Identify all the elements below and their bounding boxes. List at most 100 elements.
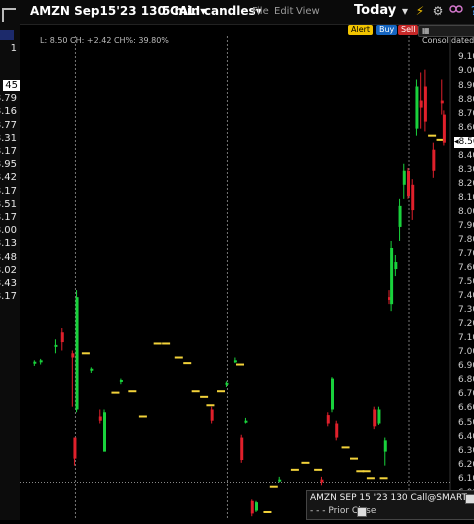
candle-58 bbox=[419, 72, 423, 129]
y-tick-12: 7.90 bbox=[458, 220, 474, 231]
candle-flat-44 bbox=[362, 470, 371, 473]
y-tick-29: 6.20 bbox=[458, 459, 474, 470]
y-tick-14: 7.70 bbox=[458, 249, 474, 259]
candle-flat-19 bbox=[191, 390, 200, 393]
candle-0 bbox=[33, 360, 37, 366]
y-tick-15: 7.60 bbox=[458, 263, 474, 274]
y-tick-17: 7.40 bbox=[458, 291, 474, 302]
lightning-icon[interactable]: ⚡ bbox=[412, 2, 428, 20]
candle-body-5 bbox=[73, 437, 77, 459]
settings-icon[interactable]: ⚙ bbox=[430, 2, 446, 20]
candle-4 bbox=[71, 350, 75, 407]
sell-button[interactable]: Sell bbox=[398, 25, 419, 35]
candle-6 bbox=[75, 290, 79, 413]
candle-body-3 bbox=[60, 332, 64, 343]
candle-flat-17 bbox=[174, 356, 183, 359]
candle-12 bbox=[119, 378, 123, 385]
candle-10 bbox=[103, 409, 106, 452]
candle-body-6 bbox=[75, 297, 79, 410]
candle-flat-42 bbox=[350, 457, 358, 460]
candle-body-0 bbox=[33, 361, 37, 364]
candle-plot[interactable] bbox=[20, 36, 474, 520]
candle-40 bbox=[335, 420, 339, 441]
timeframe-selector[interactable]: 5 min candles▾ bbox=[162, 4, 262, 18]
menu-view[interactable]: View bbox=[296, 6, 320, 17]
candle-32 bbox=[269, 485, 278, 488]
candle-52 bbox=[394, 255, 398, 277]
candle-45 bbox=[366, 477, 375, 480]
candle-body-37 bbox=[320, 479, 324, 483]
candle-30 bbox=[255, 500, 258, 512]
candle-8 bbox=[90, 367, 94, 373]
candle-flat-23 bbox=[217, 390, 225, 393]
left-value-15: 8.43 bbox=[0, 278, 17, 289]
y-tick-28: 6.30 bbox=[458, 445, 474, 456]
dropdown-icon[interactable]: ▾ bbox=[397, 2, 413, 20]
buy-button[interactable]: Buy bbox=[376, 25, 398, 35]
menu-file[interactable]: File bbox=[252, 6, 269, 17]
candle-body-24 bbox=[225, 382, 229, 385]
candle-flat-45 bbox=[366, 477, 375, 480]
candle-flat-48 bbox=[379, 477, 388, 480]
y-tick-8: 8.30 bbox=[458, 164, 474, 175]
candle-22 bbox=[210, 406, 214, 424]
candle-57 bbox=[415, 79, 419, 136]
candle-flat-34 bbox=[290, 468, 299, 471]
candle-flat-32 bbox=[269, 485, 278, 488]
candle-28 bbox=[244, 417, 248, 424]
candle-body-46 bbox=[373, 409, 377, 427]
candle-flat-26 bbox=[236, 363, 244, 366]
chart-toolbar: AMZN Sep15'23 130 CALI▾ 5 min candles▾ F… bbox=[20, 0, 474, 25]
candle-flat-21 bbox=[206, 404, 215, 407]
y-tick-30: 6.10 bbox=[458, 473, 474, 484]
link-icon[interactable] bbox=[448, 2, 464, 20]
candle-14 bbox=[138, 415, 147, 418]
candle-body-9 bbox=[98, 416, 102, 421]
left-value-3: 8.77 bbox=[0, 119, 17, 131]
candle-15 bbox=[153, 342, 162, 345]
candle-body-61 bbox=[432, 149, 436, 171]
y-tick-25: 6.60 bbox=[458, 403, 474, 414]
help-icon[interactable]: ? bbox=[466, 2, 474, 20]
candle-flat-13 bbox=[128, 390, 137, 393]
left-value-10: 8.17 bbox=[0, 212, 17, 223]
legend-box: AMZN SEP 15 '23 130 Call@SMART - - - Pri… bbox=[306, 490, 474, 520]
candle-59 bbox=[423, 69, 427, 132]
window-corner-icon bbox=[2, 8, 16, 22]
candle-60 bbox=[428, 134, 437, 137]
candle-29 bbox=[250, 499, 254, 517]
candle-body-59 bbox=[423, 86, 427, 122]
alert-button[interactable]: Alert bbox=[348, 25, 374, 35]
candle-body-27 bbox=[240, 437, 244, 461]
candle-body-55 bbox=[407, 170, 410, 197]
y-tick-21: 7.00 bbox=[458, 347, 474, 358]
candle-34 bbox=[290, 468, 299, 471]
candle-body-4 bbox=[71, 353, 75, 358]
last-price-value: 8.50 bbox=[458, 136, 474, 147]
y-tick-26: 6.50 bbox=[458, 417, 474, 428]
candle-flat-16 bbox=[162, 342, 171, 345]
candle-body-54 bbox=[402, 170, 406, 185]
left-value-8: 8.17 bbox=[0, 185, 17, 197]
candle-5 bbox=[73, 437, 77, 466]
today-button[interactable]: Today bbox=[354, 3, 396, 18]
candle-flat-20 bbox=[200, 395, 209, 398]
y-tick-10: 8.10 bbox=[458, 192, 474, 203]
left-value-5: 8.17 bbox=[0, 146, 17, 157]
quote-info: L: 8.50 CH: +2.42 CH%: 39.80% bbox=[40, 36, 169, 45]
left-value-9: 8.51 bbox=[0, 198, 17, 210]
candle-63 bbox=[440, 79, 444, 115]
left-value-11: 8.00 bbox=[0, 225, 17, 237]
candle-body-29 bbox=[250, 500, 254, 514]
candle-body-38 bbox=[326, 415, 330, 424]
menu-edit[interactable]: Edit bbox=[274, 6, 293, 17]
candle-3 bbox=[60, 328, 64, 351]
y-tick-18: 7.30 bbox=[458, 305, 474, 316]
candle-flat-7 bbox=[81, 352, 90, 355]
price-chart[interactable]: L: 8.50 CH: +2.42 CH%: 39.80% 9.10 9.00 8.… bbox=[20, 36, 474, 520]
legend-swatch-icon bbox=[465, 494, 474, 504]
left-watchlist-strip: 458.798.168.778.318.178.958.428.178.518.… bbox=[0, 0, 20, 520]
candle-1 bbox=[39, 358, 43, 365]
y-tick-5: 8.60 bbox=[458, 122, 474, 133]
candle-2 bbox=[54, 339, 58, 354]
